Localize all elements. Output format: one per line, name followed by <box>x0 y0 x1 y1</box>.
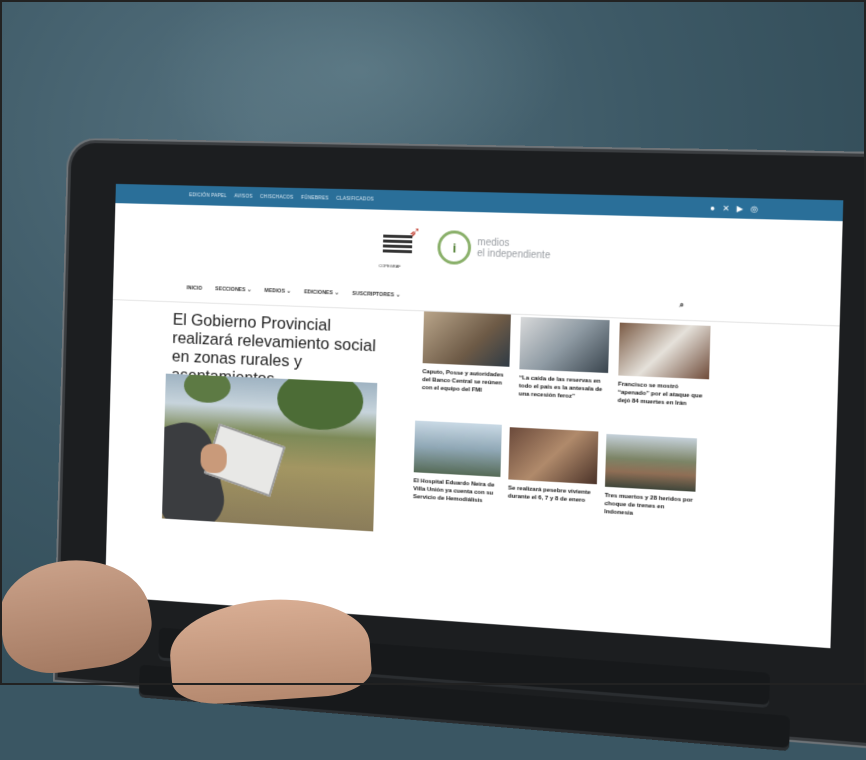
news-card[interactable]: “La caída de las reservas en todo el paí… <box>519 316 610 403</box>
news-card[interactable]: El Hospital Eduardo Neira de Villa Unión… <box>413 420 502 507</box>
brand-logo[interactable]: i medios el independiente <box>437 230 551 267</box>
news-card[interactable]: Caputo, Posse y autoridades del Banco Ce… <box>422 311 511 396</box>
top-link-clasificados[interactable]: CLASIFICADOS <box>336 196 374 203</box>
brand-logo-mark-icon: i <box>437 230 472 266</box>
top-link-chischacos[interactable]: CHISCHACOS <box>260 194 294 201</box>
news-card-image <box>508 427 599 485</box>
instagram-icon[interactable]: ◎ <box>750 204 758 213</box>
nav-item-suscriptores[interactable]: SUSCRIPTORES ⌄ <box>352 291 400 299</box>
news-card-image <box>413 420 502 477</box>
news-card-title[interactable]: Se realizará pesebre viviente durante el… <box>508 484 597 505</box>
news-card-image <box>618 322 711 380</box>
news-card[interactable]: Francisco se mostró “apenado” por el ata… <box>617 322 711 410</box>
nav-item-ediciones[interactable]: EDICIONES ⌄ <box>304 289 339 296</box>
news-card-title[interactable]: “La caída de las reservas en todo el paí… <box>519 374 608 402</box>
top-link-edicion-papel[interactable]: EDICIÓN PAPEL <box>189 192 227 199</box>
news-card[interactable]: Se realizará pesebre viviente durante el… <box>508 427 599 505</box>
news-card-title[interactable]: Francisco se mostró “apenado” por el ata… <box>617 381 708 410</box>
search-icon[interactable]: ⌕ <box>679 300 684 310</box>
facebook-icon[interactable]: ● <box>710 203 715 212</box>
cooperative-logo[interactable]: ➶ COPEGRAF <box>377 223 421 270</box>
cooperative-logo-caption: COPEGRAF <box>378 263 401 269</box>
social-links: ● ✕ ▶ ◎ <box>710 203 758 213</box>
x-icon[interactable]: ✕ <box>722 203 729 212</box>
news-card-title[interactable]: El Hospital Eduardo Neira de Villa Unión… <box>413 477 500 506</box>
main-story-photo[interactable] <box>161 373 378 532</box>
youtube-icon[interactable]: ▶ <box>737 204 744 213</box>
news-card[interactable]: Tres muertos y 28 heridos por choque de … <box>604 433 697 522</box>
nav-item-inicio[interactable]: INICIO <box>187 285 203 291</box>
news-card-image <box>519 316 610 374</box>
top-link-avisos[interactable]: AVISOS <box>234 193 252 199</box>
top-link-funebres[interactable]: FÚNEBRES <box>301 195 329 202</box>
news-card-title[interactable]: Tres muertos y 28 heridos por choque de … <box>604 492 695 522</box>
top-links: EDICIÓN PAPEL AVISOS CHISCHACOS FÚNEBRES… <box>189 192 374 202</box>
nav-item-medios[interactable]: MEDIOS ⌄ <box>264 288 290 295</box>
nav-item-secciones[interactable]: SECCIONES ⌄ <box>215 286 251 293</box>
news-card-image <box>422 311 511 367</box>
brand-line2: el independiente <box>476 248 551 262</box>
news-card-image <box>604 433 697 492</box>
laptop-screen: EDICIÓN PAPEL AVISOS CHISCHACOS FÚNEBRES… <box>104 183 844 649</box>
news-card-title[interactable]: Caputo, Posse y autoridades del Banco Ce… <box>422 368 510 396</box>
